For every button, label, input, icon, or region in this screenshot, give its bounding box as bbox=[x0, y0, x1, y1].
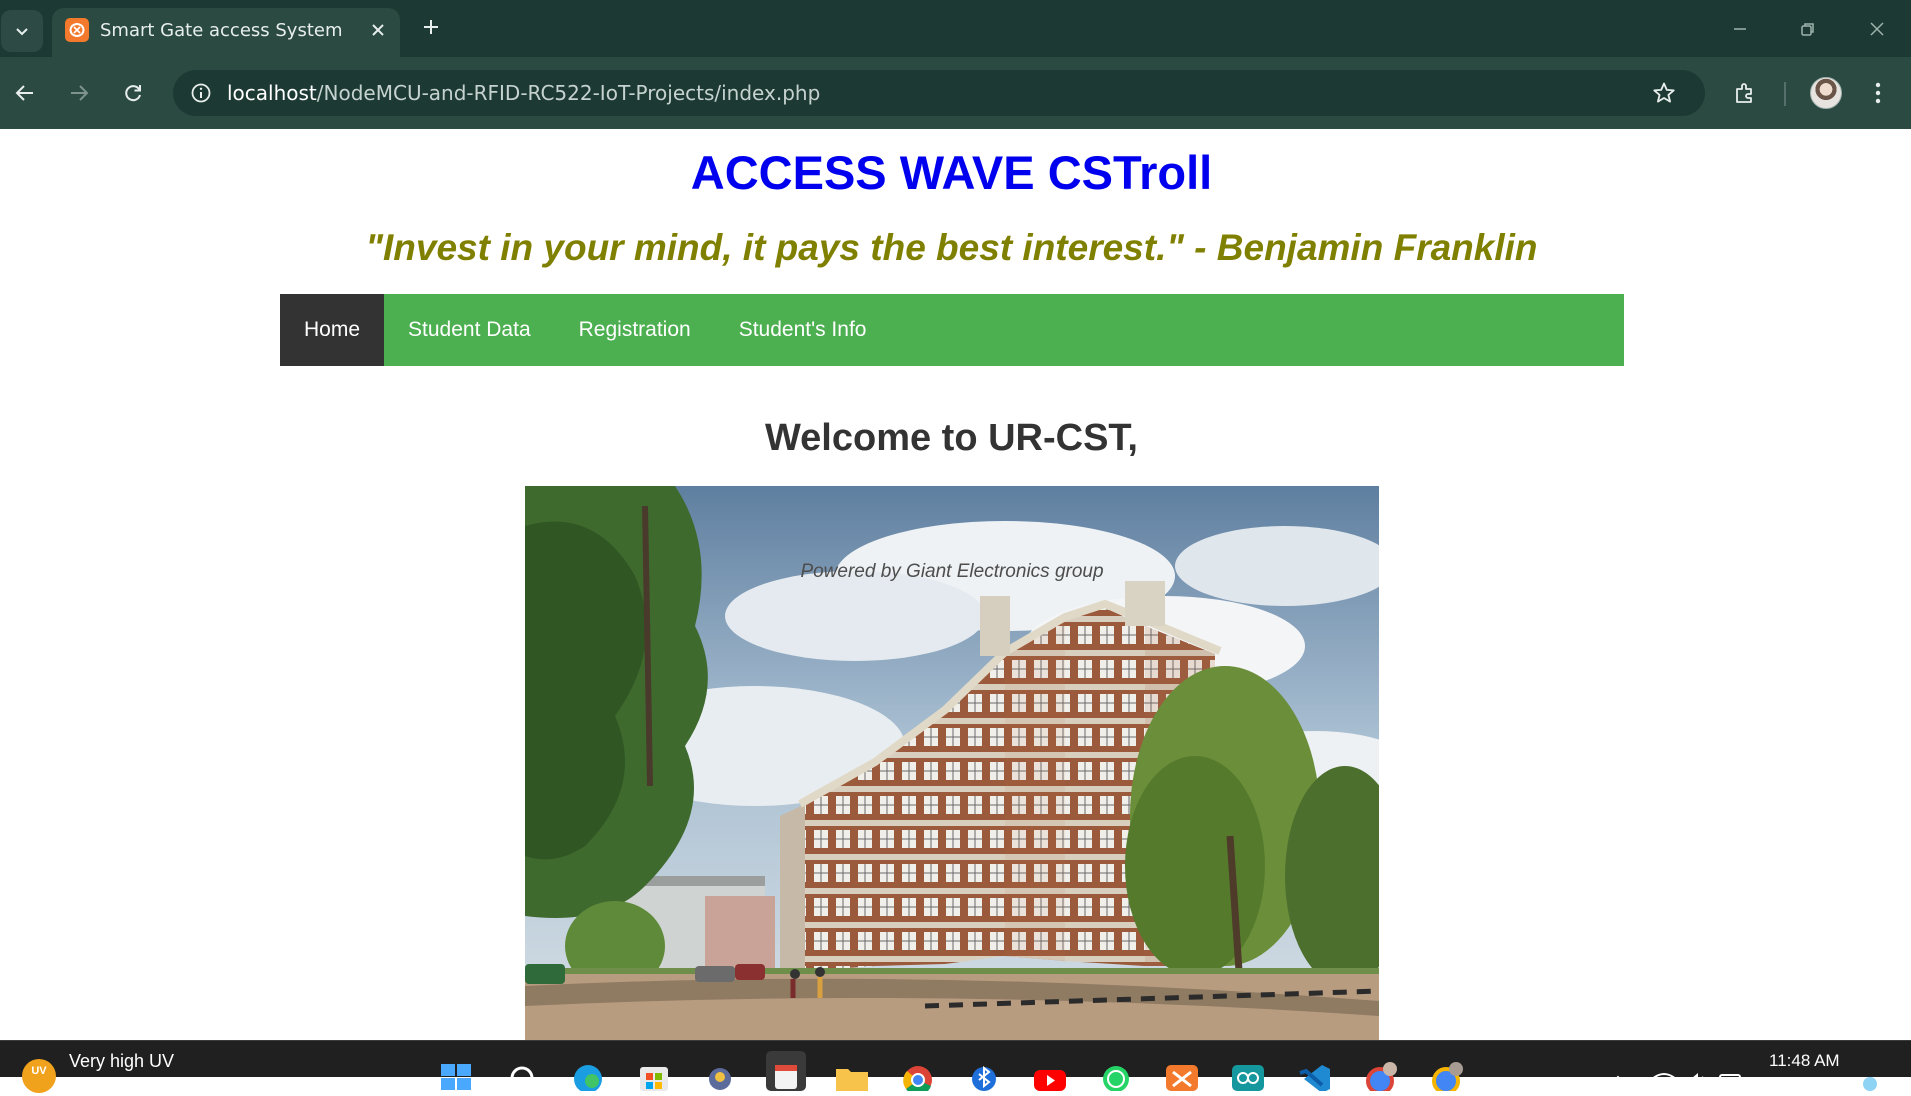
nav-registration[interactable]: Registration bbox=[555, 294, 715, 366]
weather-text[interactable]: Very high UV bbox=[69, 1051, 174, 1072]
restore-button[interactable] bbox=[1774, 0, 1842, 57]
clock-time[interactable]: 11:48 AM bbox=[1769, 1051, 1840, 1071]
tab-title: Smart Gate access System bbox=[100, 20, 343, 41]
search-icon[interactable] bbox=[502, 1051, 542, 1091]
new-tab-button[interactable] bbox=[414, 10, 448, 44]
toolbar-divider bbox=[1784, 82, 1786, 106]
back-arrow-icon bbox=[15, 85, 33, 101]
youtube-icon[interactable] bbox=[1030, 1051, 1070, 1091]
plus-icon bbox=[424, 20, 438, 34]
close-icon bbox=[372, 24, 384, 36]
back-button[interactable] bbox=[3, 71, 47, 115]
weather-icon[interactable]: UV bbox=[22, 1059, 56, 1093]
chrome-profile-icon-2[interactable] bbox=[1426, 1051, 1466, 1095]
arduino-icon[interactable] bbox=[1228, 1051, 1268, 1091]
powered-by-caption: Powered by Giant Electronics group bbox=[800, 561, 1104, 582]
xampp-icon[interactable] bbox=[1162, 1051, 1202, 1091]
minimize-icon bbox=[1734, 27, 1746, 30]
reload-icon bbox=[125, 85, 141, 102]
calendar-app-icon[interactable] bbox=[766, 1051, 806, 1091]
url-text[interactable]: localhost/NodeMCU-and-RFID-RC522-IoT-Pro… bbox=[227, 81, 820, 105]
address-bar[interactable]: localhost/NodeMCU-and-RFID-RC522-IoT-Pro… bbox=[173, 70, 1705, 116]
notification-icon[interactable] bbox=[1858, 1051, 1898, 1091]
nav-student-data[interactable]: Student Data bbox=[384, 294, 555, 366]
url-host: localhost bbox=[227, 81, 317, 105]
more-menu-icon bbox=[1875, 82, 1881, 104]
extensions-icon bbox=[1736, 83, 1752, 103]
minimize-button[interactable] bbox=[1706, 0, 1774, 57]
campus-photo: Powered by Giant Electronics group bbox=[525, 486, 1379, 1040]
store-icon[interactable] bbox=[634, 1051, 674, 1091]
start-icon[interactable] bbox=[436, 1051, 476, 1091]
browser-tab[interactable]: Smart Gate access System bbox=[52, 8, 400, 57]
bookmark-button[interactable] bbox=[1646, 75, 1682, 111]
battery-icon[interactable] bbox=[1712, 1051, 1752, 1091]
chrome-profile-icon[interactable] bbox=[1360, 1051, 1400, 1095]
site-info-button[interactable] bbox=[183, 75, 219, 111]
more-menu-button[interactable] bbox=[1856, 71, 1900, 115]
folder-icon[interactable] bbox=[832, 1051, 872, 1091]
os-taskbar: UV Very high UV 11:48 AM bbox=[0, 1040, 1911, 1096]
close-tab-button[interactable] bbox=[364, 16, 392, 44]
site-title: ACCESS WAVE CSTroll bbox=[690, 146, 1213, 199]
vscode-icon[interactable] bbox=[1294, 1051, 1334, 1093]
reload-button[interactable] bbox=[111, 71, 155, 115]
forward-arrow-icon bbox=[71, 85, 89, 101]
profile-avatar[interactable] bbox=[1810, 77, 1842, 109]
quote-text: "Invest in your mind, it pays the best i… bbox=[365, 227, 1538, 268]
welcome-heading: Welcome to UR-CST, bbox=[764, 417, 1138, 459]
xampp-favicon bbox=[65, 18, 89, 42]
nav-students-info[interactable]: Student's Info bbox=[715, 294, 891, 366]
extensions-button[interactable] bbox=[1723, 71, 1767, 115]
edge-icon[interactable] bbox=[568, 1051, 608, 1093]
forward-button[interactable] bbox=[57, 71, 101, 115]
tab-strip: Smart Gate access System bbox=[0, 0, 1911, 57]
tab-list-button[interactable] bbox=[1, 10, 43, 52]
nav-home[interactable]: Home bbox=[280, 294, 385, 366]
chrome-icon[interactable] bbox=[898, 1051, 938, 1096]
bluetooth-icon[interactable] bbox=[964, 1051, 1004, 1091]
chevron-up-icon[interactable] bbox=[1598, 1051, 1638, 1091]
star-icon bbox=[1653, 82, 1675, 103]
whatsapp-icon[interactable] bbox=[1096, 1051, 1136, 1092]
app-icon[interactable] bbox=[700, 1051, 740, 1091]
restore-icon bbox=[1801, 22, 1814, 36]
web-page: ACCESS WAVE CSTroll "Invest in your mind… bbox=[0, 129, 1911, 1040]
main-navbar: Home Student Data Registration Student's… bbox=[280, 294, 1624, 366]
browser-toolbar: localhost/NodeMCU-and-RFID-RC522-IoT-Pro… bbox=[0, 57, 1911, 129]
chevron-down-icon bbox=[16, 28, 28, 36]
window-close-button[interactable] bbox=[1843, 0, 1911, 57]
window-close-icon bbox=[1870, 21, 1884, 36]
info-icon bbox=[191, 83, 211, 103]
url-path: /NodeMCU-and-RFID-RC522-IoT-Projects/ind… bbox=[316, 81, 821, 105]
